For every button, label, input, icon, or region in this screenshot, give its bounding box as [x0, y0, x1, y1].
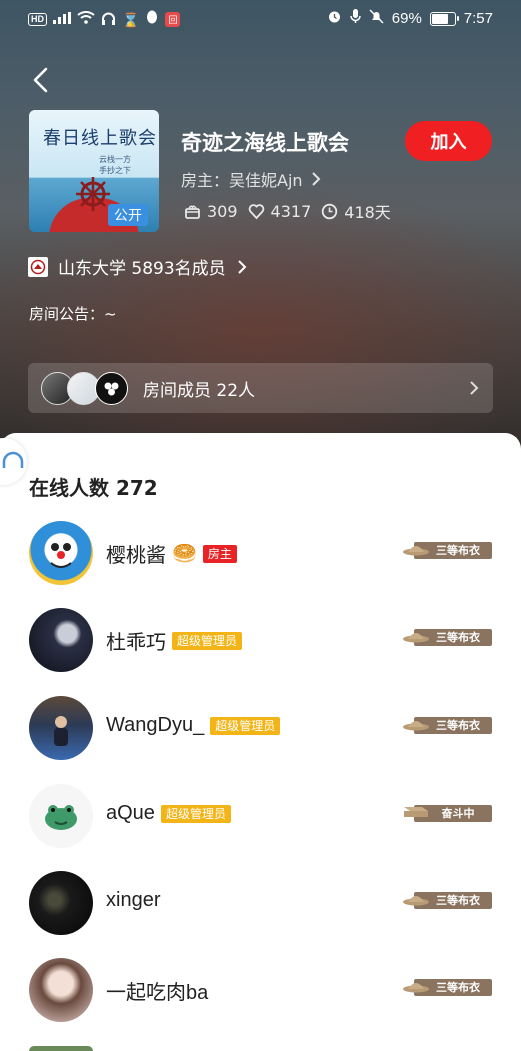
user-name: WangDyu_: [106, 714, 205, 736]
avatar: [29, 1046, 93, 1051]
heart-icon: [248, 203, 264, 219]
straw-hat-icon: [403, 896, 429, 906]
wifi-icon: [77, 11, 95, 28]
level-badge: 三等布衣: [402, 714, 492, 734]
level-badge: 三等布衣: [402, 889, 492, 909]
host-link[interactable]: 房主：吴佳妮Ajn: [181, 167, 323, 191]
school-link[interactable]: 山东大学 5893名成员: [28, 254, 248, 279]
school-logo-icon: [28, 256, 48, 277]
public-badge: 公开: [108, 204, 148, 226]
member-avatar-stack: [41, 371, 141, 405]
mic-icon: [350, 9, 361, 28]
user-name-line: 杜乖巧 超级管理员: [106, 626, 243, 655]
qq-icon: [145, 10, 159, 29]
room-cover-image: 春日线上歌会 云栈一方 手抄之下 公开: [29, 110, 159, 232]
user-name: 一起吃肉ba: [106, 982, 209, 1004]
room-stats: 309 4317 418天: [184, 199, 391, 223]
bagel-icon: 🥯: [172, 543, 197, 565]
host-label: 房主：吴佳妮Ajn: [181, 171, 303, 190]
user-name: 樱桃酱: [106, 545, 166, 567]
user-name: 杜乖巧: [106, 632, 166, 654]
straw-hat-icon: [403, 546, 429, 556]
gift-stat: 309: [184, 202, 238, 221]
avatar: [29, 871, 93, 935]
avatar: [29, 696, 93, 760]
user-name-line: WangDyu_ 超级管理员: [106, 714, 281, 737]
user-row[interactable]: aQue 超级管理员 奋斗中: [0, 784, 521, 854]
room-title: 奇迹之海线上歌会: [181, 131, 349, 155]
user-name-line: aQue 超级管理员: [106, 802, 231, 825]
hourglass-icon: ⌛: [122, 11, 140, 28]
member-avatar: [95, 372, 128, 405]
user-name: aQue: [106, 802, 155, 824]
user-name-line: 樱桃酱 🥯 房主: [106, 539, 237, 568]
user-row[interactable]: xinger 三等布衣: [0, 871, 521, 941]
level-badge: 三等布衣: [402, 976, 492, 996]
avatar: [29, 784, 93, 848]
user-row[interactable]: 樱桃酱 🥯 房主 三等布衣: [0, 521, 521, 591]
members-label: 房间成员 22人: [143, 380, 256, 401]
host-badge: 房主: [202, 544, 237, 563]
user-row[interactable]: 一起吃肉ba 三等布衣: [0, 958, 521, 1028]
chevron-right-icon: [470, 381, 479, 395]
like-stat: 4317: [248, 201, 312, 221]
cover-title: 春日线上歌会: [43, 128, 157, 149]
admin-badge: 超级管理员: [172, 631, 243, 650]
user-name: xinger: [106, 889, 161, 911]
gift-icon: [185, 205, 200, 219]
clock-time: 7:57: [463, 10, 493, 27]
straw-hat-icon: [403, 983, 429, 993]
straw-hat-icon: [403, 633, 429, 643]
days-stat: 418天: [321, 199, 391, 223]
gift-count: 309: [207, 201, 238, 221]
admin-badge: 超级管理员: [160, 804, 231, 823]
floating-listen-button[interactable]: [0, 438, 27, 485]
cover-subtitle-line1: 云栈一方: [99, 155, 131, 164]
alarm-icon: [327, 9, 342, 28]
clock-icon: [322, 203, 338, 219]
signal-icon: [53, 11, 71, 28]
status-bar: HD ⌛ 回 69% 7:57: [0, 0, 521, 36]
level-badge: 奋斗中: [402, 802, 492, 822]
ship-wheel-icon: [76, 177, 110, 211]
room-announcement: 房间公告：~: [29, 305, 117, 323]
battery-percent: 69%: [391, 10, 422, 27]
avatar: [29, 521, 93, 585]
app-badge-icon: 回: [165, 12, 181, 27]
user-row[interactable]: 杜乖巧 超级管理员 三等布衣: [0, 608, 521, 678]
online-count-title: 在线人数 272: [29, 476, 158, 500]
mute-bell-icon: [369, 9, 384, 28]
headphones-icon: [2, 451, 24, 468]
room-members-bar[interactable]: 房间成员 22人: [28, 363, 493, 413]
avatar: [29, 608, 93, 672]
chevron-right-icon: [237, 259, 247, 274]
cover-subtitle: 云栈一方 手抄之下: [99, 154, 131, 176]
user-row[interactable]: WangDyu_ 超级管理员 三等布衣: [0, 696, 521, 766]
join-button[interactable]: 加入: [405, 121, 492, 161]
chevron-left-icon: [33, 67, 48, 93]
admin-badge: 超级管理员: [210, 716, 281, 735]
hd-icon: HD: [28, 13, 47, 26]
level-badge: 三等布衣: [402, 626, 492, 646]
headphones-icon: [101, 12, 116, 28]
avatar: [29, 958, 93, 1022]
user-name-line: 一起吃肉ba: [106, 976, 208, 1005]
like-count: 4317: [270, 201, 312, 221]
straw-hat-icon: [403, 721, 429, 731]
book-icon: [404, 807, 428, 817]
chevron-right-icon: [311, 172, 320, 186]
back-button[interactable]: [28, 64, 58, 96]
school-label: 山东大学 5893名成员: [58, 259, 226, 279]
level-badge: 三等布衣: [402, 539, 492, 559]
user-name-line: xinger: [106, 889, 160, 912]
frog-icon: [45, 805, 77, 830]
battery-icon: [429, 11, 459, 26]
days-count: 418天: [344, 203, 391, 222]
